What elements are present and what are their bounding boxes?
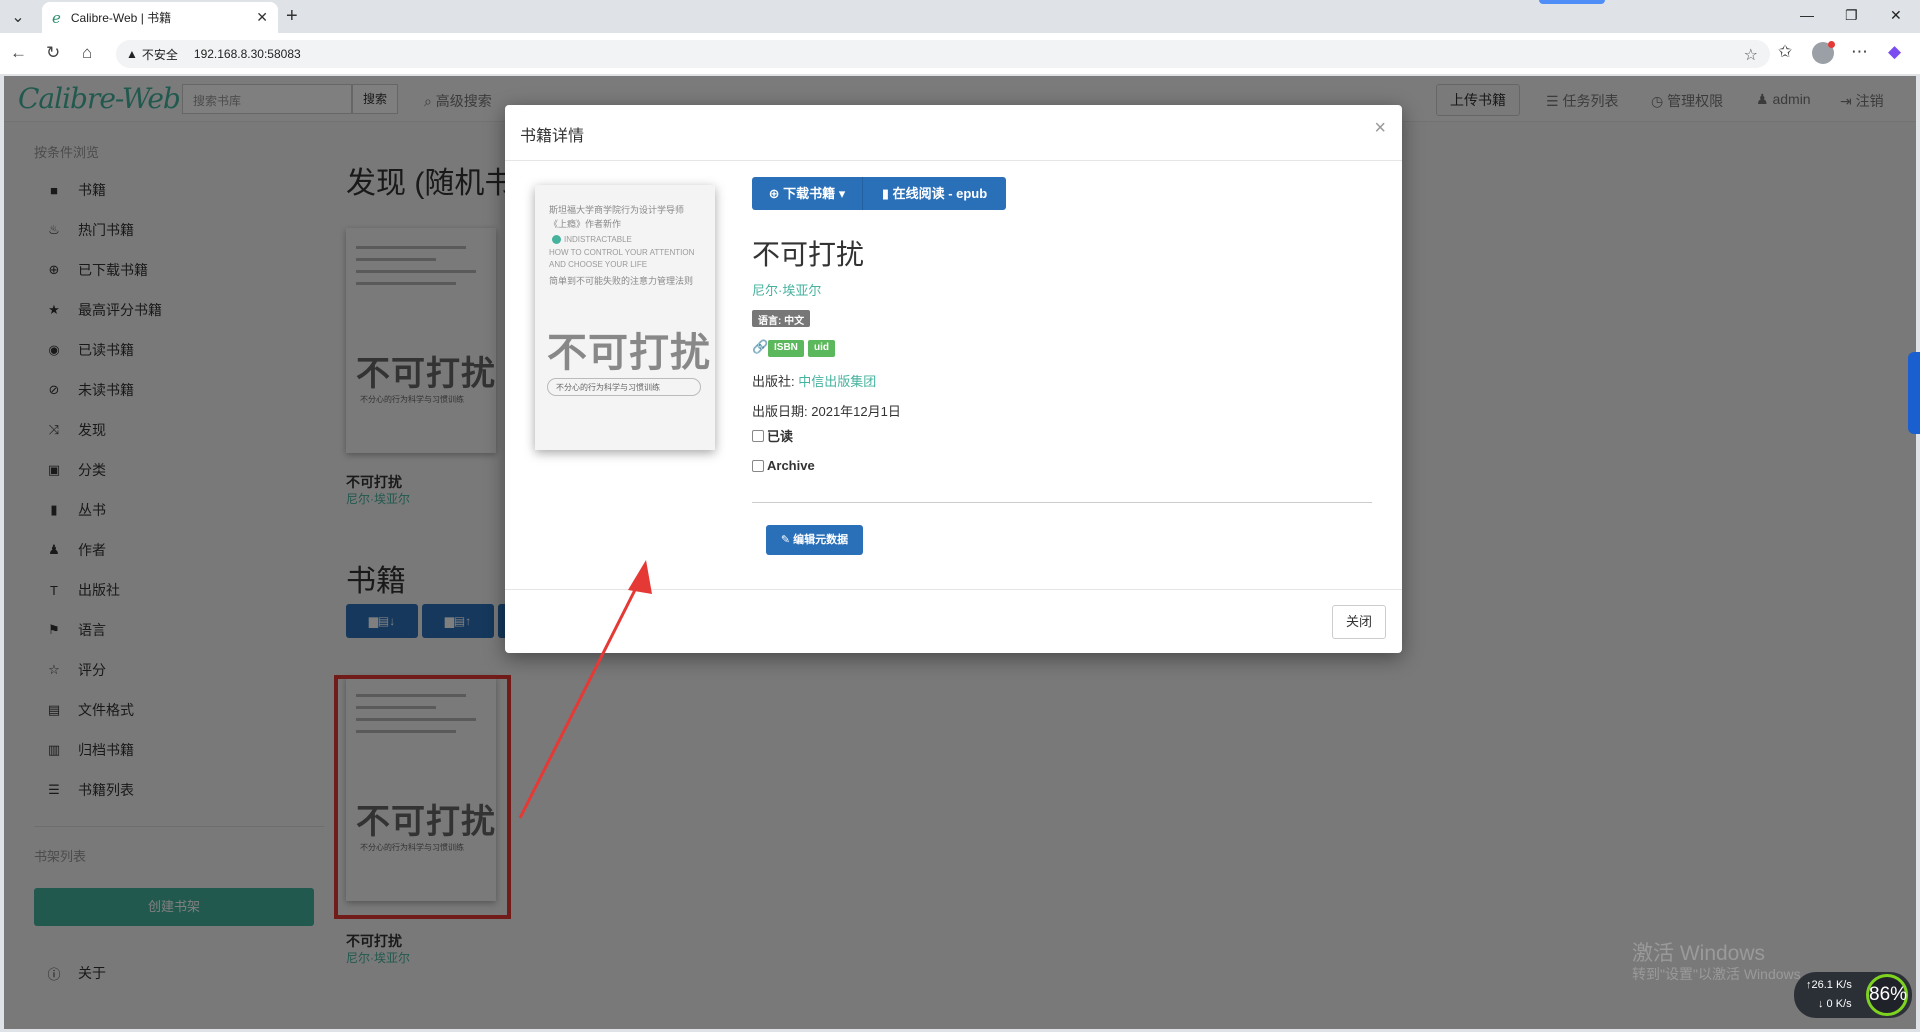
cover-line-4: HOW TO CONTROL YOUR ATTENTION — [549, 248, 695, 257]
download-speed: ↓ 0 K/s — [1818, 998, 1852, 1010]
publisher-line: 出版社: 中信出版集团 — [752, 371, 876, 390]
publisher-label: 出版社: — [752, 374, 795, 389]
cover-line-1: 斯坦福大学商学院行为设计学导师 — [549, 205, 685, 215]
favorites-icon[interactable]: ✩ — [1778, 42, 1792, 62]
windows-watermark-title: 激活 Windows — [1632, 942, 1766, 965]
caret-down-icon: ▾ — [835, 186, 846, 201]
calibre-favicon-icon: e — [52, 8, 61, 27]
read-checkbox[interactable]: 已读 — [752, 426, 793, 445]
read-label: 在线阅读 - epub — [892, 186, 988, 201]
download-book-button[interactable]: ⊕ 下载书籍 ▾ — [752, 177, 862, 210]
pubdate-label: 出版日期: — [752, 404, 808, 419]
copilot-icon[interactable]: ◆ — [1888, 42, 1901, 62]
cover-line-6: 简单到不可能失败的注意力管理法则 — [549, 276, 694, 286]
pubdate-value: 2021年12月1日 — [811, 404, 901, 419]
read-checkbox-label: 已读 — [767, 429, 794, 444]
cover-line-2: 《上瘾》作者新作 — [549, 219, 622, 229]
bookmark-star-icon[interactable]: ☆ — [1744, 45, 1758, 65]
tab-list-chevron-icon[interactable]: ⌄ — [6, 6, 30, 28]
archive-checkbox[interactable]: Archive — [752, 458, 815, 473]
cover-line-3: INDISTRACTABLE — [549, 235, 632, 245]
minimize-icon[interactable]: — — [1800, 7, 1814, 23]
edit-icon: ✎ — [780, 534, 794, 546]
modal-book-cover[interactable]: 斯坦福大学商学院行为设计学导师 《上瘾》作者新作 INDISTRACTABLE … — [535, 185, 715, 450]
tab-close-icon[interactable]: ✕ — [256, 9, 268, 26]
browser-toolbar: ← ↻ ⌂ ▲ 不安全 192.168.8.30:58083 ☆ ✩ ⋯ ◆ — [0, 33, 1920, 75]
pubdate-line: 出版日期: 2021年12月1日 — [752, 401, 901, 420]
book-details-modal: 书籍详情 × 斯坦福大学商学院行为设计学导师 《上瘾》作者新作 INDISTRA… — [505, 105, 1402, 653]
network-widget[interactable]: ↑26.1 K/s ↓ 0 K/s 86% — [1794, 972, 1912, 1018]
publisher-link[interactable]: 中信出版集团 — [798, 374, 876, 389]
download-label: 下载书籍 — [783, 186, 836, 201]
language-badge: 语言: 中文 — [752, 310, 811, 327]
archive-checkbox-box[interactable] — [752, 459, 764, 472]
read-online-button[interactable]: ▮ 在线阅读 - epub — [862, 177, 1006, 210]
back-icon[interactable]: ← — [10, 43, 27, 63]
browser-tab-active[interactable]: e Calibre-Web | 书籍 ✕ — [42, 2, 278, 33]
isbn-tag[interactable]: ISBN — [768, 340, 804, 357]
upload-speed: ↑26.1 K/s — [1806, 979, 1852, 991]
new-tab-icon[interactable]: + — [286, 5, 298, 28]
close-button[interactable]: 关闭 — [1332, 605, 1386, 639]
home-icon[interactable]: ⌂ — [82, 43, 92, 63]
modal-header: 书籍详情 × — [505, 105, 1402, 161]
uid-tag[interactable]: uid — [808, 340, 835, 357]
archive-checkbox-label: Archive — [767, 458, 815, 473]
url-text[interactable]: 192.168.8.30:58083 — [194, 47, 301, 61]
browser-tabbar: ⌄ e Calibre-Web | 书籍 ✕ + — ❐ ✕ — [0, 0, 1920, 33]
download-icon: ⊕ — [768, 186, 784, 201]
modal-title: 书籍详情 — [520, 128, 585, 145]
side-edge-tab[interactable] — [1908, 352, 1920, 434]
window-close-icon[interactable]: ✕ — [1890, 7, 1902, 24]
restore-icon[interactable]: ❐ — [1845, 7, 1858, 24]
book-icon: ▮ — [881, 186, 893, 201]
modal-book-author[interactable]: 尼尔·埃亚尔 — [752, 280, 821, 299]
reload-icon[interactable]: ↻ — [46, 43, 60, 63]
modal-close-icon[interactable]: × — [1374, 117, 1386, 140]
browser-indicator — [1539, 0, 1605, 4]
edit-label: 编辑元数据 — [793, 534, 849, 546]
cover-big-title: 不可打扰 — [547, 331, 711, 375]
cover-subtitle-pill: 不分心的行为科学与习惯训练 — [547, 378, 701, 396]
windows-watermark-subtitle: 转到"设置"以激活 Windows — [1632, 966, 1801, 982]
cover-line-5: AND CHOOSE YOUR LIFE — [549, 260, 648, 269]
edit-metadata-button[interactable]: ✎ 编辑元数据 — [766, 525, 863, 555]
modal-footer-divider — [505, 589, 1402, 590]
tab-title: Calibre-Web | 书籍 — [70, 11, 172, 25]
modal-divider — [752, 502, 1372, 503]
modal-book-title: 不可打扰 — [752, 239, 865, 270]
link-icon: 🔗 — [752, 339, 769, 354]
security-label[interactable]: 不安全 — [142, 46, 178, 63]
warning-icon[interactable]: ▲ — [126, 47, 138, 61]
address-bar[interactable]: ▲ 不安全 192.168.8.30:58083 ☆ — [116, 40, 1770, 68]
profile-avatar[interactable] — [1812, 41, 1835, 64]
usage-percent: 86% — [1866, 974, 1908, 1016]
read-checkbox-box[interactable] — [752, 429, 764, 442]
more-menu-icon[interactable]: ⋯ — [1851, 42, 1868, 62]
